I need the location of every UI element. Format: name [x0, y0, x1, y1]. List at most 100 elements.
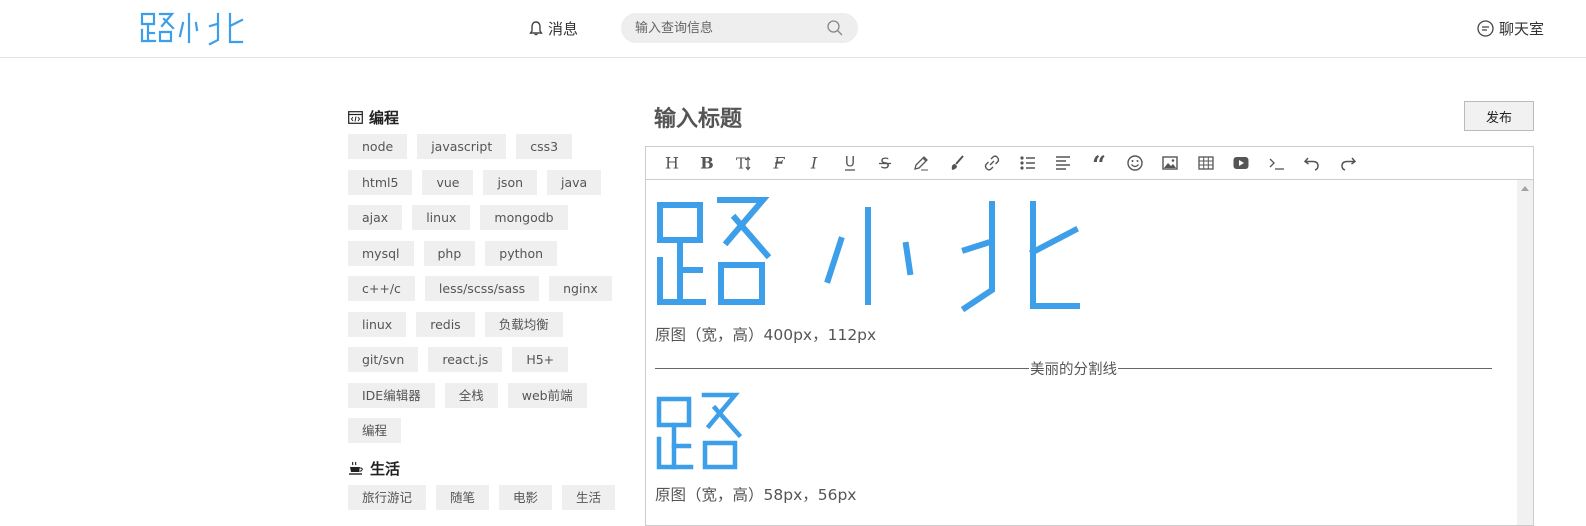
- category-title-label: 生活: [370, 459, 401, 478]
- svg-text:U: U: [845, 155, 855, 171]
- search-icon[interactable]: [826, 19, 844, 37]
- video-icon: [1233, 157, 1249, 169]
- pen-icon: [914, 156, 928, 171]
- search-input[interactable]: [635, 19, 825, 37]
- bell-icon: [529, 21, 543, 36]
- image-button[interactable]: [1152, 147, 1188, 180]
- tag-item[interactable]: javascript: [417, 134, 507, 159]
- category-title-programming: 编程: [348, 100, 618, 134]
- tag-item[interactable]: react.js: [428, 347, 503, 372]
- tag-item[interactable]: redis: [416, 311, 475, 337]
- divider-line: [1118, 368, 1492, 369]
- tag-item[interactable]: php: [423, 240, 476, 266]
- redo-button[interactable]: [1330, 147, 1366, 180]
- vertical-scrollbar[interactable]: [1517, 180, 1533, 525]
- markdown-editor: H B T F I U S “ 原图（宽，高）400px，112px 美丽的分割…: [645, 146, 1534, 526]
- image-icon: [1162, 156, 1178, 170]
- code-icon: [1269, 158, 1284, 170]
- tag-item[interactable]: nginx: [549, 276, 612, 301]
- messages-label: 消息: [548, 20, 579, 38]
- tag-item[interactable]: ajax: [348, 205, 403, 230]
- quote-icon: “: [1092, 154, 1106, 172]
- align-left-button[interactable]: [1046, 147, 1082, 180]
- editor-toolbar: H B T F I U S “: [646, 147, 1533, 180]
- tag-item[interactable]: java: [547, 169, 602, 195]
- emoji-icon: [1126, 155, 1143, 171]
- brush-button[interactable]: [939, 147, 975, 180]
- underline-icon: U: [845, 155, 855, 171]
- emoji-button[interactable]: [1117, 147, 1153, 180]
- tag-item[interactable]: c++/c: [348, 276, 415, 301]
- tag-item[interactable]: mongodb: [480, 205, 568, 230]
- brush-icon: [951, 155, 964, 170]
- divider-text: 美丽的分割线: [1030, 362, 1117, 378]
- tag-item[interactable]: 生活: [562, 485, 616, 510]
- heading-button[interactable]: H: [654, 147, 690, 180]
- tag-item[interactable]: linux: [412, 205, 471, 230]
- svg-text:I: I: [810, 154, 818, 172]
- tag-item[interactable]: node: [348, 134, 408, 159]
- video-button[interactable]: [1224, 147, 1260, 180]
- decorative-divider: 美丽的分割线: [655, 358, 1492, 379]
- table-icon: [1198, 156, 1214, 170]
- scroll-up-arrow-icon[interactable]: [1521, 186, 1529, 191]
- redo-icon: [1341, 157, 1357, 171]
- bullet-list-button[interactable]: [1010, 147, 1046, 180]
- italic-button[interactable]: I: [796, 147, 832, 180]
- publish-button[interactable]: 发布: [1464, 101, 1534, 131]
- tag-item[interactable]: git/svn: [348, 347, 419, 372]
- svg-text:H: H: [665, 154, 679, 172]
- top-header: 消息 聊天室: [0, 0, 1586, 58]
- undo-button[interactable]: [1295, 147, 1331, 180]
- tag-item[interactable]: json: [483, 169, 538, 195]
- tag-list-programming: node javascript css3 html5 vue json java ajax li…: [348, 134, 618, 443]
- table-button[interactable]: [1188, 147, 1224, 180]
- tag-item[interactable]: web前端: [507, 382, 587, 408]
- bold-button[interactable]: B: [690, 147, 726, 180]
- tag-item[interactable]: python: [485, 240, 558, 266]
- tag-item[interactable]: vue: [422, 169, 474, 195]
- chatroom-link[interactable]: 聊天室: [1476, 18, 1544, 39]
- title-input[interactable]: [654, 103, 1254, 135]
- tag-item[interactable]: mysql: [348, 240, 414, 266]
- tag-item[interactable]: 负载均衡: [484, 311, 563, 337]
- link-button[interactable]: [974, 147, 1010, 180]
- align-left-icon: [1056, 156, 1071, 170]
- tag-item[interactable]: 全栈: [444, 382, 498, 408]
- strikethrough-button[interactable]: S: [868, 147, 904, 180]
- pen-button[interactable]: [903, 147, 939, 180]
- font-button[interactable]: F: [761, 147, 797, 180]
- undo-icon: [1304, 157, 1320, 171]
- divider-line: [655, 368, 1029, 369]
- tag-list-life: 旅行游记 随笔 电影 生活: [348, 485, 618, 510]
- tag-item[interactable]: less/scss/sass: [424, 276, 540, 301]
- tag-item[interactable]: linux: [348, 311, 407, 337]
- tag-item[interactable]: css3: [516, 134, 573, 159]
- code-button[interactable]: [1259, 147, 1295, 180]
- svg-text:T: T: [736, 155, 746, 173]
- category-title-label: 编程: [369, 108, 400, 127]
- category-title-life: 生活: [348, 451, 618, 485]
- chatroom-label: 聊天室: [1499, 20, 1545, 38]
- coffee-cup-icon: [349, 461, 363, 475]
- tag-item[interactable]: 编程: [348, 418, 402, 443]
- text-size-button[interactable]: T: [725, 147, 761, 180]
- site-logo[interactable]: [138, 8, 250, 48]
- font-icon: F: [772, 154, 785, 172]
- image-caption: 原图（宽，高）400px，112px: [655, 326, 877, 344]
- tag-item[interactable]: 旅行游记: [348, 485, 427, 510]
- tag-item[interactable]: 电影: [499, 485, 553, 510]
- chat-bubble-icon: [1477, 20, 1494, 37]
- underline-button[interactable]: U: [832, 147, 868, 180]
- tag-item[interactable]: 随笔: [436, 485, 490, 510]
- tag-item[interactable]: html5: [348, 169, 413, 195]
- category-sidebar: 编程 node javascript css3 html5 vue json java aja…: [348, 100, 618, 518]
- editor-content[interactable]: 原图（宽，高）400px，112px 美丽的分割线 原图（宽，高）58px，56…: [646, 180, 1533, 525]
- code-icon: [348, 110, 363, 124]
- tag-item[interactable]: IDE编辑器: [348, 382, 435, 408]
- tag-item[interactable]: H5+: [512, 347, 569, 372]
- quote-button[interactable]: “: [1081, 147, 1117, 180]
- messages-link[interactable]: 消息: [528, 18, 578, 39]
- bold-icon: B: [701, 154, 715, 172]
- strikethrough-icon: S: [879, 155, 892, 172]
